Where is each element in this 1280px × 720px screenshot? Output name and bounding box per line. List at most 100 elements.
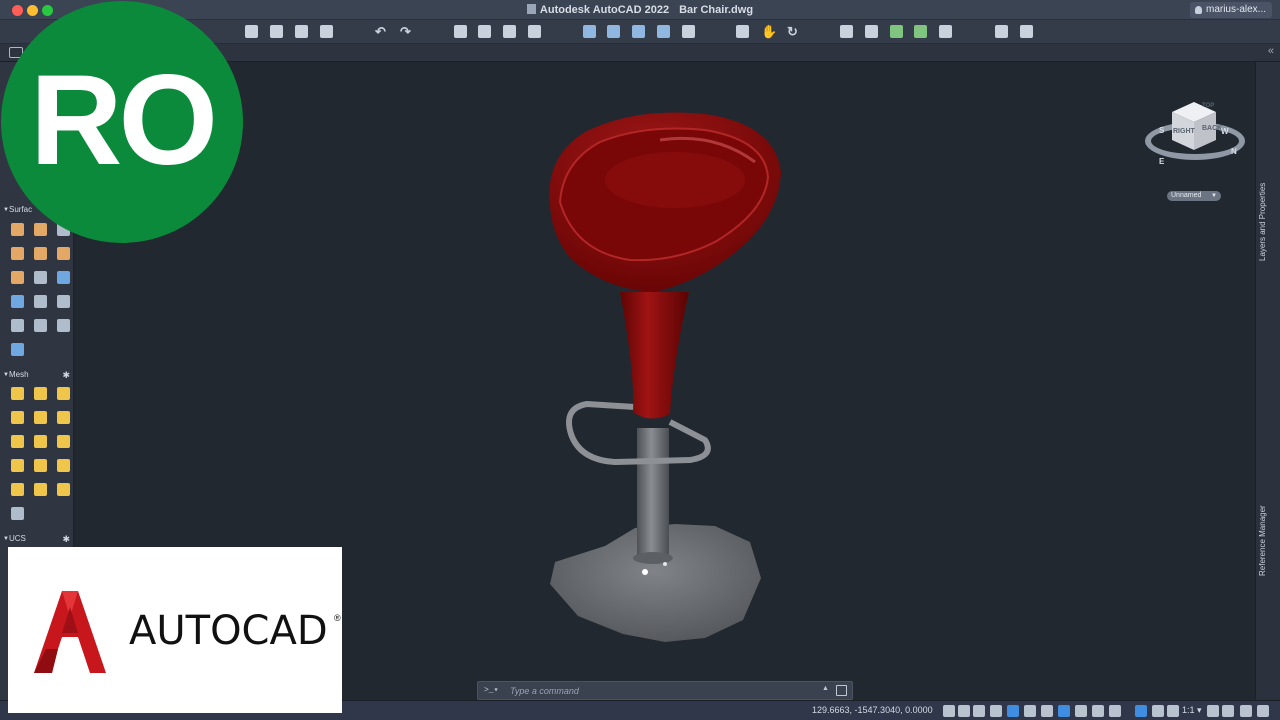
network-surface-icon[interactable] (11, 223, 24, 236)
plot-icon[interactable] (454, 25, 467, 38)
collapse-panels-icon[interactable]: « (1268, 45, 1274, 57)
gizmo-icon[interactable] (1152, 705, 1164, 717)
surface-curve-icon[interactable] (57, 319, 70, 332)
selection-cycling-icon[interactable] (1092, 705, 1104, 717)
sculpt-icon[interactable] (57, 295, 70, 308)
dynamic-ucs-icon[interactable] (1135, 705, 1147, 717)
annotation-visibility-icon[interactable] (1167, 705, 1179, 717)
block-editor-icon[interactable] (657, 25, 670, 38)
object-snap-icon[interactable] (1058, 705, 1070, 717)
mesh-section-header[interactable]: ▼ Mesh ✱ (0, 368, 74, 382)
chair-seat-stem[interactable] (620, 292, 689, 419)
chevron-down-icon: ▼ (1211, 193, 1217, 199)
project-geometry-icon[interactable] (11, 343, 24, 356)
command-prompt-icon[interactable]: >_▾ (484, 685, 498, 695)
materials-icon[interactable] (914, 25, 927, 38)
units-icon[interactable] (1222, 705, 1234, 717)
layer-state-icon[interactable] (939, 25, 952, 38)
sheet-set-icon[interactable] (682, 25, 695, 38)
batch-plot-icon[interactable] (478, 25, 491, 38)
orbit-icon[interactable]: ↻ (786, 25, 799, 38)
command-history-icon[interactable] (836, 685, 847, 696)
compass-east[interactable]: E (1159, 157, 1164, 166)
object-snap-tracking-icon[interactable] (1024, 705, 1036, 717)
lineweight-icon[interactable] (1041, 705, 1053, 717)
compass-south[interactable]: S (1159, 126, 1164, 135)
reference-manager-tab[interactable]: Reference Manager (1258, 498, 1278, 584)
mesh-box-icon[interactable] (11, 387, 24, 400)
isolate-objects-icon[interactable] (1240, 705, 1252, 717)
loft-surface-icon[interactable] (34, 223, 47, 236)
save-icon[interactable] (295, 25, 308, 38)
gear-icon[interactable]: ✱ (62, 368, 70, 382)
mesh-sphere-icon[interactable] (57, 411, 70, 424)
mesh-torus-icon[interactable] (34, 411, 47, 424)
chevron-up-icon[interactable]: ▲ (822, 685, 829, 692)
zoom-window-icon[interactable] (736, 25, 749, 38)
planar-surface-icon[interactable] (11, 247, 24, 260)
refine-mesh-icon[interactable] (57, 435, 70, 448)
trim-surface-icon[interactable] (34, 295, 47, 308)
match-properties-icon[interactable] (865, 25, 878, 38)
merge-face-icon[interactable] (57, 483, 70, 496)
compass-north[interactable]: N (1231, 147, 1237, 156)
publish-icon[interactable] (528, 25, 541, 38)
xref-icon[interactable] (632, 25, 645, 38)
workspace-icon[interactable] (1207, 705, 1219, 717)
customization-gear-icon[interactable] (1257, 705, 1269, 717)
gear-icon[interactable]: ✱ (62, 532, 70, 546)
remove-crease-icon[interactable] (34, 459, 47, 472)
attach-icon[interactable] (607, 25, 620, 38)
viewcube[interactable]: TOP RIGHT BACK N E S W (1145, 95, 1245, 185)
snap-icon[interactable] (958, 705, 970, 717)
redo-icon[interactable]: ↷ (399, 25, 412, 38)
ucs-menu[interactable]: Unnamed ▼ (1167, 191, 1221, 201)
mesh-primitive-icon[interactable] (57, 459, 70, 472)
triangle-down-icon: ▼ (3, 536, 9, 542)
ortho-icon[interactable] (973, 705, 985, 717)
smooth-more-icon[interactable] (11, 435, 24, 448)
mesh-cone-icon[interactable] (57, 387, 70, 400)
compass-west[interactable]: W (1221, 127, 1229, 136)
undo-icon[interactable]: ↶ (374, 25, 387, 38)
insert-block-icon[interactable] (583, 25, 596, 38)
transparency-icon[interactable] (1075, 705, 1087, 717)
fillet-surface-icon[interactable] (11, 295, 24, 308)
grid-icon[interactable] (943, 705, 955, 717)
autocad-logo-text: AUTOCAD (129, 608, 328, 654)
properties-icon[interactable] (840, 25, 853, 38)
3d-object-snap-icon[interactable] (1109, 705, 1121, 717)
offset-surface-icon[interactable] (57, 271, 70, 284)
quick-select-icon[interactable] (1020, 25, 1033, 38)
extend-surface-icon[interactable] (11, 319, 24, 332)
user-account-button[interactable]: marius-alex... (1189, 2, 1272, 18)
measure-icon[interactable] (995, 25, 1008, 38)
ucs-section-header[interactable]: ▼ UCS ✱ (0, 532, 74, 546)
revolve-surface-icon[interactable] (57, 247, 70, 260)
untrim-icon[interactable] (34, 319, 47, 332)
layers-and-properties-tab[interactable]: Layers and Properties (1258, 172, 1278, 272)
extrude-surface-icon[interactable] (34, 247, 47, 260)
mesh-cylinder-icon[interactable] (34, 387, 47, 400)
patch-surface-icon[interactable] (34, 271, 47, 284)
annotation-scale[interactable]: 1:1 ▾ (1182, 705, 1202, 716)
save-as-icon[interactable] (320, 25, 333, 38)
registered-mark: ® (334, 613, 341, 623)
pan-hand-icon[interactable]: ✋ (761, 25, 777, 38)
blend-surface-icon[interactable] (11, 271, 24, 284)
mesh-wedge-icon[interactable] (11, 411, 24, 424)
convert-to-solid-icon[interactable] (11, 507, 24, 520)
chair-pole[interactable] (637, 428, 669, 562)
new-drawing-icon[interactable] (245, 25, 258, 38)
polar-tracking-icon[interactable] (990, 705, 1002, 717)
add-crease-icon[interactable] (11, 459, 24, 472)
split-face-icon[interactable] (11, 483, 24, 496)
document-icon (526, 4, 536, 14)
isodraft-icon[interactable] (1007, 705, 1019, 717)
open-icon[interactable] (270, 25, 283, 38)
render-icon[interactable] (890, 25, 903, 38)
page-setup-icon[interactable] (503, 25, 516, 38)
extrude-face-icon[interactable] (34, 483, 47, 496)
command-input[interactable] (510, 684, 810, 698)
smooth-less-icon[interactable] (34, 435, 47, 448)
